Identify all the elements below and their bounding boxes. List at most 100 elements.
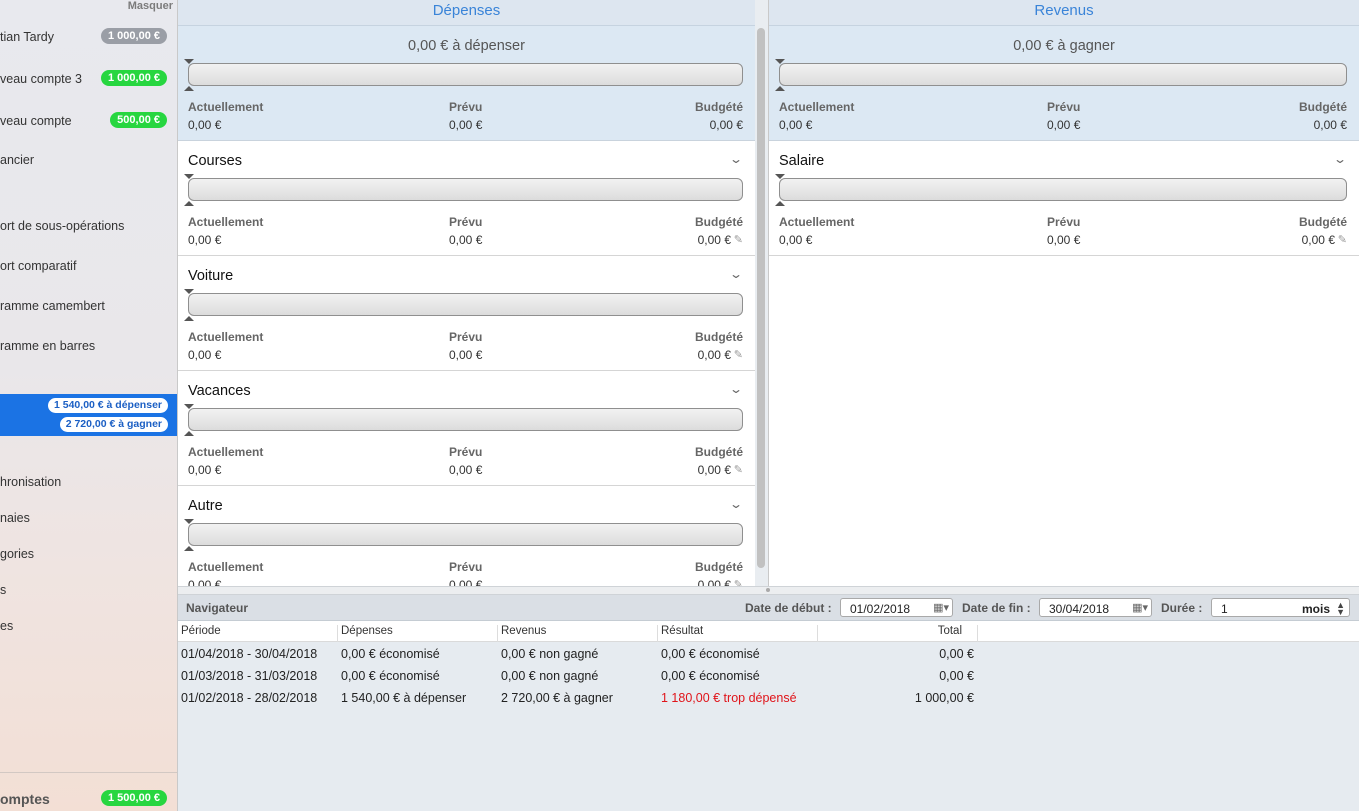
grip-icon bbox=[766, 588, 770, 592]
planned-value: 0,00 € bbox=[449, 463, 483, 477]
current-marker-icon bbox=[775, 201, 785, 206]
account-balance-badge: 1 000,00 € bbox=[101, 28, 167, 44]
pencil-icon[interactable]: ✎ bbox=[734, 233, 743, 246]
sidebar-item-budget-selected[interactable]: 1 540,00 € à dépenser 2 720,00 € à gagne… bbox=[0, 394, 177, 436]
column-income[interactable]: Revenus bbox=[498, 625, 658, 642]
chevron-down-icon[interactable]: ⌄ bbox=[729, 152, 743, 166]
expense-category[interactable]: Voiture ⌄ Actuellement Prévu Budgété 0,0… bbox=[178, 256, 755, 371]
navigator-toolbar: Navigateur Date de début : 01/02/2018 ▦▾… bbox=[178, 595, 1359, 621]
expense-category[interactable]: Vacances ⌄ Actuellement Prévu Budgété 0,… bbox=[178, 371, 755, 486]
category-progress bbox=[188, 408, 743, 431]
sidebar-item[interactable]: s bbox=[0, 581, 177, 601]
chevron-down-icon[interactable]: ⌄ bbox=[729, 497, 743, 511]
column-total[interactable]: Total bbox=[818, 625, 978, 642]
account-balance-badge: 500,00 € bbox=[110, 112, 167, 128]
duration-field[interactable]: 1 mois ▲ ▼ bbox=[1211, 598, 1350, 617]
sidebar-item-label: s bbox=[0, 583, 7, 597]
sidebar-item[interactable]: naies bbox=[0, 509, 177, 529]
budget-value[interactable]: 0,00 € bbox=[1302, 233, 1335, 247]
sidebar-item-label: ort de sous-opérations bbox=[0, 219, 125, 233]
sidebar-account[interactable]: veau compte 500,00 € bbox=[0, 112, 177, 132]
table-row[interactable]: 01/03/2018 - 31/03/2018 0,00 € économisé… bbox=[178, 665, 1359, 687]
sidebar-item[interactable]: ort de sous-opérations bbox=[0, 217, 177, 237]
cell-period: 01/04/2018 - 30/04/2018 bbox=[181, 647, 318, 661]
sidebar-account[interactable]: tian Tardy 1 000,00 € bbox=[0, 28, 177, 48]
category-progress bbox=[188, 178, 743, 201]
sidebar-item[interactable]: es bbox=[0, 617, 177, 637]
sidebar-item[interactable]: gories bbox=[0, 545, 177, 565]
budget-value[interactable]: 0,00 € bbox=[698, 578, 731, 586]
income-summary: 0,00 € à gagner Actuellement Prévu Budgé… bbox=[769, 26, 1359, 141]
budget-value[interactable]: 0,00 € bbox=[698, 233, 731, 247]
cell-total: 0,00 € bbox=[939, 647, 974, 661]
pencil-icon[interactable]: ✎ bbox=[734, 463, 743, 476]
planned-value: 0,00 € bbox=[449, 233, 483, 247]
col-current-label: Actuellement bbox=[779, 100, 855, 114]
column-period[interactable]: Période bbox=[178, 625, 338, 642]
expenses-summary: 0,00 € à dépenser Actuellement Prévu Bud… bbox=[178, 26, 755, 141]
col-budget-label: Budgété bbox=[695, 330, 743, 344]
col-planned-label: Prévu bbox=[449, 100, 483, 114]
income-title: Revenus bbox=[769, 0, 1359, 26]
pencil-icon[interactable]: ✎ bbox=[734, 578, 743, 586]
current-marker-icon bbox=[184, 546, 194, 551]
cell-result: 1 180,00 € trop dépensé bbox=[661, 691, 797, 705]
cell-income: 2 720,00 € à gagner bbox=[501, 691, 613, 705]
planned-value: 0,00 € bbox=[1047, 118, 1081, 132]
sidebar-item[interactable]: ramme camembert bbox=[0, 297, 177, 317]
pencil-icon[interactable]: ✎ bbox=[734, 348, 743, 361]
table-row[interactable]: 01/04/2018 - 30/04/2018 0,00 € économisé… bbox=[178, 643, 1359, 665]
col-planned-label: Prévu bbox=[1047, 215, 1081, 229]
navigator-title: Navigateur bbox=[186, 601, 249, 615]
sidebar-item-label: ort comparatif bbox=[0, 259, 77, 273]
sidebar-item-label: ramme en barres bbox=[0, 339, 96, 353]
chevron-down-icon[interactable]: ⌄ bbox=[729, 382, 743, 396]
sidebar-item-label: naies bbox=[0, 511, 30, 525]
cell-result: 0,00 € économisé bbox=[661, 647, 760, 661]
col-planned-label: Prévu bbox=[449, 560, 483, 574]
table-row[interactable]: 01/02/2018 - 28/02/2018 1 540,00 € à dép… bbox=[178, 687, 1359, 709]
sidebar-item-label: hronisation bbox=[0, 475, 62, 489]
split-view-handle[interactable] bbox=[178, 586, 1359, 595]
sidebar-item-label: es bbox=[0, 619, 14, 633]
duration-unit[interactable]: mois bbox=[1302, 602, 1330, 616]
sidebar-account[interactable]: veau compte 3 1 000,00 € bbox=[0, 70, 177, 90]
sidebar-item[interactable]: hronisation bbox=[0, 473, 177, 493]
navigator-panel: Navigateur Date de début : 01/02/2018 ▦▾… bbox=[178, 595, 1359, 811]
cell-income: 0,00 € non gagné bbox=[501, 647, 599, 661]
income-category[interactable]: Salaire ⌄ Actuellement Prévu Budgété 0,0… bbox=[769, 141, 1359, 256]
calendar-icon[interactable]: ▦▾ bbox=[1132, 601, 1148, 614]
budget-value[interactable]: 0,00 € bbox=[698, 463, 731, 477]
earn-badge: 2 720,00 € à gagner bbox=[59, 417, 168, 432]
start-date-field[interactable]: 01/02/2018 ▦▾ bbox=[840, 598, 953, 617]
planned-value: 0,00 € bbox=[449, 578, 483, 586]
category-name: Vacances bbox=[188, 383, 251, 399]
sidebar-footer[interactable]: omptes 1 500,00 € bbox=[0, 772, 177, 811]
expenses-scrollbar[interactable] bbox=[757, 28, 765, 568]
sidebar-item-label: ancier bbox=[0, 153, 35, 167]
sidebar-item[interactable]: ramme en barres bbox=[0, 337, 177, 357]
chevron-down-icon[interactable]: ⌄ bbox=[729, 267, 743, 281]
cell-period: 01/03/2018 - 31/03/2018 bbox=[181, 669, 318, 683]
hide-sidebar-button[interactable]: Masquer bbox=[128, 0, 173, 12]
col-current-label: Actuellement bbox=[188, 330, 264, 344]
calendar-icon[interactable]: ▦▾ bbox=[933, 601, 949, 614]
expenses-title: Dépenses bbox=[178, 0, 755, 26]
spend-badge: 1 540,00 € à dépenser bbox=[48, 398, 168, 413]
column-result[interactable]: Résultat bbox=[658, 625, 818, 642]
navigator-table-header: Période Dépenses Revenus Résultat Total bbox=[178, 621, 1359, 642]
accounts-total-label: omptes bbox=[0, 791, 50, 807]
col-budget-label: Budgété bbox=[695, 560, 743, 574]
expense-category[interactable]: Courses ⌄ Actuellement Prévu Budgété 0,0… bbox=[178, 141, 755, 256]
sidebar-item[interactable]: ancier bbox=[0, 151, 177, 171]
sidebar-item[interactable]: ort comparatif bbox=[0, 257, 177, 277]
column-expenses[interactable]: Dépenses bbox=[338, 625, 498, 642]
chevron-down-icon[interactable]: ▼ bbox=[1336, 608, 1345, 617]
end-date-field[interactable]: 30/04/2018 ▦▾ bbox=[1039, 598, 1152, 617]
pencil-icon[interactable]: ✎ bbox=[1338, 233, 1347, 246]
cell-income: 0,00 € non gagné bbox=[501, 669, 599, 683]
current-marker-icon bbox=[184, 431, 194, 436]
chevron-down-icon[interactable]: ⌄ bbox=[1333, 152, 1347, 166]
expense-category[interactable]: Autre ⌄ Actuellement Prévu Budgété 0,00 … bbox=[178, 486, 755, 586]
budget-value[interactable]: 0,00 € bbox=[698, 348, 731, 362]
